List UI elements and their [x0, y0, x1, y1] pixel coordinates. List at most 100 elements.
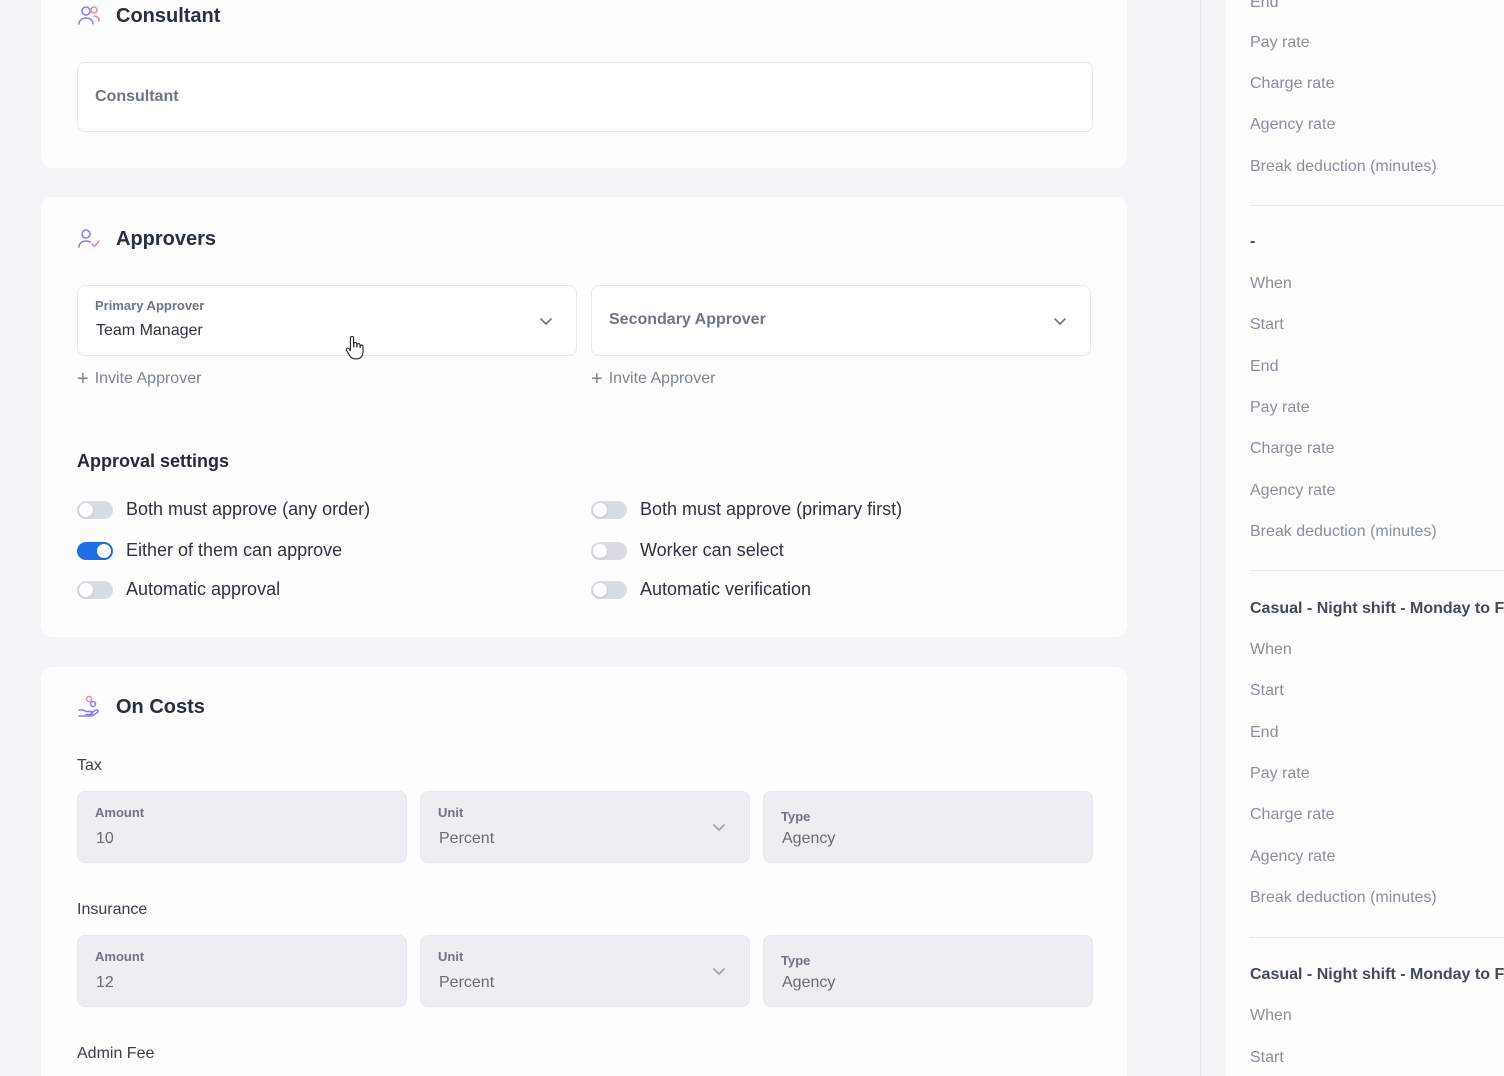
primary-approver-value: Team Manager — [96, 322, 203, 339]
rp-block-title: Casual - Night shift - Monday to F — [1250, 600, 1504, 617]
rp-when: When — [1250, 275, 1292, 292]
consultant-card: Consultant Consultant — [41, 0, 1127, 168]
panel-divider — [1200, 0, 1201, 1076]
toggle-switch[interactable] — [591, 580, 627, 599]
rp-pay-rate: Pay rate — [1250, 765, 1310, 782]
toggle-switch[interactable] — [77, 580, 113, 599]
toggle-worker-can-select[interactable]: Worker can select — [591, 540, 784, 561]
hand-pointer-icon — [345, 335, 364, 360]
approvers-header: Approvers — [77, 227, 216, 251]
rp-pay-rate: Pay rate — [1250, 399, 1310, 416]
approvers-title: Approvers — [116, 227, 217, 250]
rp-when: When — [1250, 1007, 1292, 1024]
invite-secondary-approver-button[interactable]: + Invite Approver — [591, 369, 715, 389]
toggle-both-primary-first[interactable]: Both must approve (primary first) — [591, 499, 902, 520]
rp-start: Start — [1250, 316, 1284, 333]
rp-end: End — [1250, 358, 1279, 375]
plus-icon: + — [591, 368, 603, 390]
insurance-amount-field[interactable]: Amount 12 — [77, 935, 407, 1007]
rp-block-title: - — [1250, 233, 1256, 250]
oncosts-header: On Costs — [77, 695, 205, 719]
users-icon — [77, 4, 101, 28]
rp-end: End — [1250, 724, 1279, 741]
rp-separator — [1250, 937, 1504, 938]
rates-summary-panel: End Pay rate Charge rate Agency rate Bre… — [1226, 0, 1504, 1076]
amount-value: 12 — [96, 974, 114, 991]
rp-charge-rate: Charge rate — [1250, 440, 1335, 457]
chevron-down-icon — [711, 819, 727, 835]
rp-charge-rate: Charge rate — [1250, 806, 1335, 823]
plus-icon: + — [77, 368, 89, 390]
type-value: Agency — [782, 830, 836, 847]
toggle-both-any-order[interactable]: Both must approve (any order) — [77, 499, 370, 520]
primary-approver-label: Primary Approver — [95, 298, 205, 313]
approval-settings-title: Approval settings — [77, 451, 230, 471]
secondary-approver-label: Secondary Approver — [609, 311, 766, 328]
toggle-automatic-approval[interactable]: Automatic approval — [77, 579, 280, 600]
secondary-approver-select[interactable]: Secondary Approver — [591, 285, 1091, 356]
toggle-label: Worker can select — [640, 540, 784, 560]
toggle-label: Automatic verification — [640, 579, 812, 599]
rp-break-deduction: Break deduction (minutes) — [1250, 158, 1437, 175]
type-label: Type — [781, 809, 811, 824]
rp-agency-rate: Agency rate — [1250, 848, 1336, 865]
invite-approver-label: Invite Approver — [608, 370, 716, 387]
chevron-down-icon — [538, 313, 554, 329]
chevron-down-icon — [1052, 313, 1068, 329]
rp-when: When — [1250, 641, 1292, 658]
consultant-title: Consultant — [116, 4, 221, 27]
toggle-label: Both must approve (any order) — [126, 499, 371, 519]
approvers-card: Approvers Primary Approver Team Manager … — [41, 197, 1127, 637]
oncosts-card: On Costs Tax Amount 10 Unit Percent Type… — [41, 667, 1127, 1076]
unit-value: Percent — [439, 974, 495, 991]
tax-unit-select[interactable]: Unit Percent — [420, 791, 750, 863]
toggle-label: Either of them can approve — [126, 540, 343, 560]
rp-agency-rate: Agency rate — [1250, 482, 1336, 499]
rp-block-title: Casual - Night shift - Monday to F — [1250, 966, 1504, 983]
invite-approver-label: Invite Approver — [94, 370, 202, 387]
rp-agency-rate: Agency rate — [1250, 116, 1336, 133]
tax-amount-field[interactable]: Amount 10 — [77, 791, 407, 863]
tax-type-field[interactable]: Type Agency — [763, 791, 1093, 863]
rp-separator — [1250, 570, 1504, 571]
toggle-automatic-verification[interactable]: Automatic verification — [591, 579, 811, 600]
toggle-label: Automatic approval — [126, 579, 281, 599]
invite-primary-approver-button[interactable]: + Invite Approver — [77, 369, 201, 389]
user-check-icon — [77, 227, 101, 251]
rp-start: Start — [1250, 682, 1284, 699]
toggle-switch[interactable] — [77, 541, 113, 560]
insurance-label: Insurance — [77, 901, 148, 918]
main-column: Consultant Consultant Approvers Primary … — [0, 0, 1166, 1076]
rp-break-deduction: Break deduction (minutes) — [1250, 523, 1437, 540]
unit-label: Unit — [438, 805, 464, 820]
amount-label: Amount — [95, 805, 145, 820]
toggle-switch[interactable] — [591, 541, 627, 560]
rp-pay-rate: Pay rate — [1250, 34, 1310, 51]
insurance-unit-select[interactable]: Unit Percent — [420, 935, 750, 1007]
toggle-switch[interactable] — [77, 500, 113, 519]
toggle-either-can-approve[interactable]: Either of them can approve — [77, 540, 342, 561]
oncosts-title: On Costs — [116, 695, 205, 718]
rp-separator — [1250, 205, 1504, 206]
consultant-header: Consultant — [77, 4, 220, 28]
toggle-switch[interactable] — [591, 500, 627, 519]
tax-label: Tax — [77, 757, 102, 774]
consultant-field[interactable]: Consultant — [77, 62, 1093, 132]
amount-value: 10 — [96, 830, 114, 847]
admin-fee-label: Admin Fee — [77, 1045, 155, 1062]
unit-value: Percent — [439, 830, 495, 847]
type-value: Agency — [782, 974, 836, 991]
type-label: Type — [781, 953, 811, 968]
consultant-field-label: Consultant — [95, 88, 179, 105]
rp-charge-rate: Charge rate — [1250, 75, 1335, 92]
toggle-label: Both must approve (primary first) — [640, 499, 903, 519]
rp-start: Start — [1250, 1049, 1284, 1066]
primary-approver-select[interactable]: Primary Approver Team Manager — [77, 285, 577, 356]
insurance-type-field[interactable]: Type Agency — [763, 935, 1093, 1007]
chevron-down-icon — [711, 963, 727, 979]
unit-label: Unit — [438, 949, 464, 964]
rp-break-deduction: Break deduction (minutes) — [1250, 889, 1437, 906]
hand-coins-icon — [77, 695, 101, 719]
amount-label: Amount — [95, 949, 145, 964]
rp-end: End — [1250, 0, 1279, 11]
